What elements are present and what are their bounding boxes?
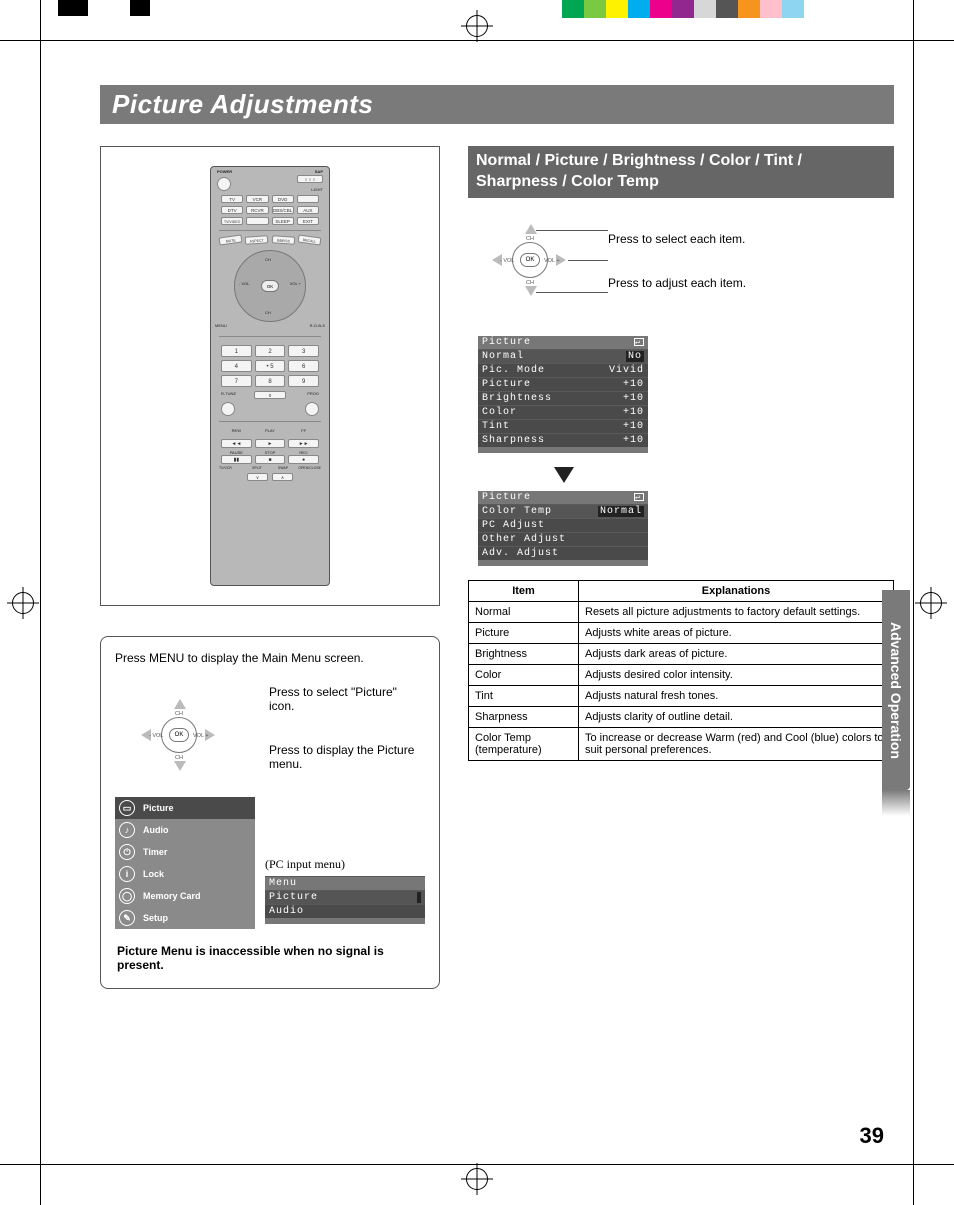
section-heading: Normal / Picture / Brightness / Color / … <box>468 146 894 198</box>
nav-pad-diagram: OK CH CH - VOL VOL + <box>123 689 223 777</box>
select-picture-text: Press to select "Picture" icon. <box>269 685 425 713</box>
select-item-label: Press to select each item. <box>608 232 894 246</box>
section-tab: Advanced Operation <box>882 590 910 790</box>
main-menu-item: ▭Picture <box>115 797 255 819</box>
adjust-item-label: Press to adjust each item. <box>608 276 894 290</box>
nav-pad-diagram-right: OK CH CH - VOL VOL + <box>474 214 594 310</box>
explanations-table: ItemExplanationsNormalResets all picture… <box>468 580 894 761</box>
main-menu-item: iLock <box>115 863 255 885</box>
main-menu-item: ♪Audio <box>115 819 255 841</box>
display-picture-text: Press to display the Picture menu. <box>269 743 425 771</box>
right-column: Normal / Picture / Brightness / Color / … <box>468 146 894 989</box>
picture-osd-1: PictureNormalNoPic. ModeVividPicture+10B… <box>478 336 648 453</box>
menu-instructions-box: Press MENU to display the Main Menu scre… <box>100 636 440 989</box>
main-menu-item: ✎Setup <box>115 907 255 929</box>
page-title: Picture Adjustments <box>100 85 894 124</box>
pc-input-caption: (PC input menu) <box>265 857 425 872</box>
menu-intro-text: Press MENU to display the Main Menu scre… <box>115 651 425 665</box>
main-menu-list: ▭Picture♪Audio⏻TimeriLock◯Memory Card✎Se… <box>115 797 255 929</box>
pc-menu-osd: Menu Picture Audio <box>265 876 425 924</box>
down-arrow-icon <box>554 467 574 483</box>
left-column: POWER SAP ○ ○ ○ LIGHT TV VCR DVD DTV RCV… <box>100 146 440 989</box>
page-number: 39 <box>860 1123 884 1149</box>
remote-illustration: POWER SAP ○ ○ ○ LIGHT TV VCR DVD DTV RCV… <box>100 146 440 606</box>
warning-text: Picture Menu is inaccessible when no sig… <box>115 938 425 974</box>
main-menu-item: ⏻Timer <box>115 841 255 863</box>
picture-osd-2: PictureColor TempNormalPC AdjustOther Ad… <box>478 491 648 566</box>
main-menu-item: ◯Memory Card <box>115 885 255 907</box>
page-content: Picture Adjustments POWER SAP ○ ○ ○ LIGH… <box>100 85 894 1145</box>
